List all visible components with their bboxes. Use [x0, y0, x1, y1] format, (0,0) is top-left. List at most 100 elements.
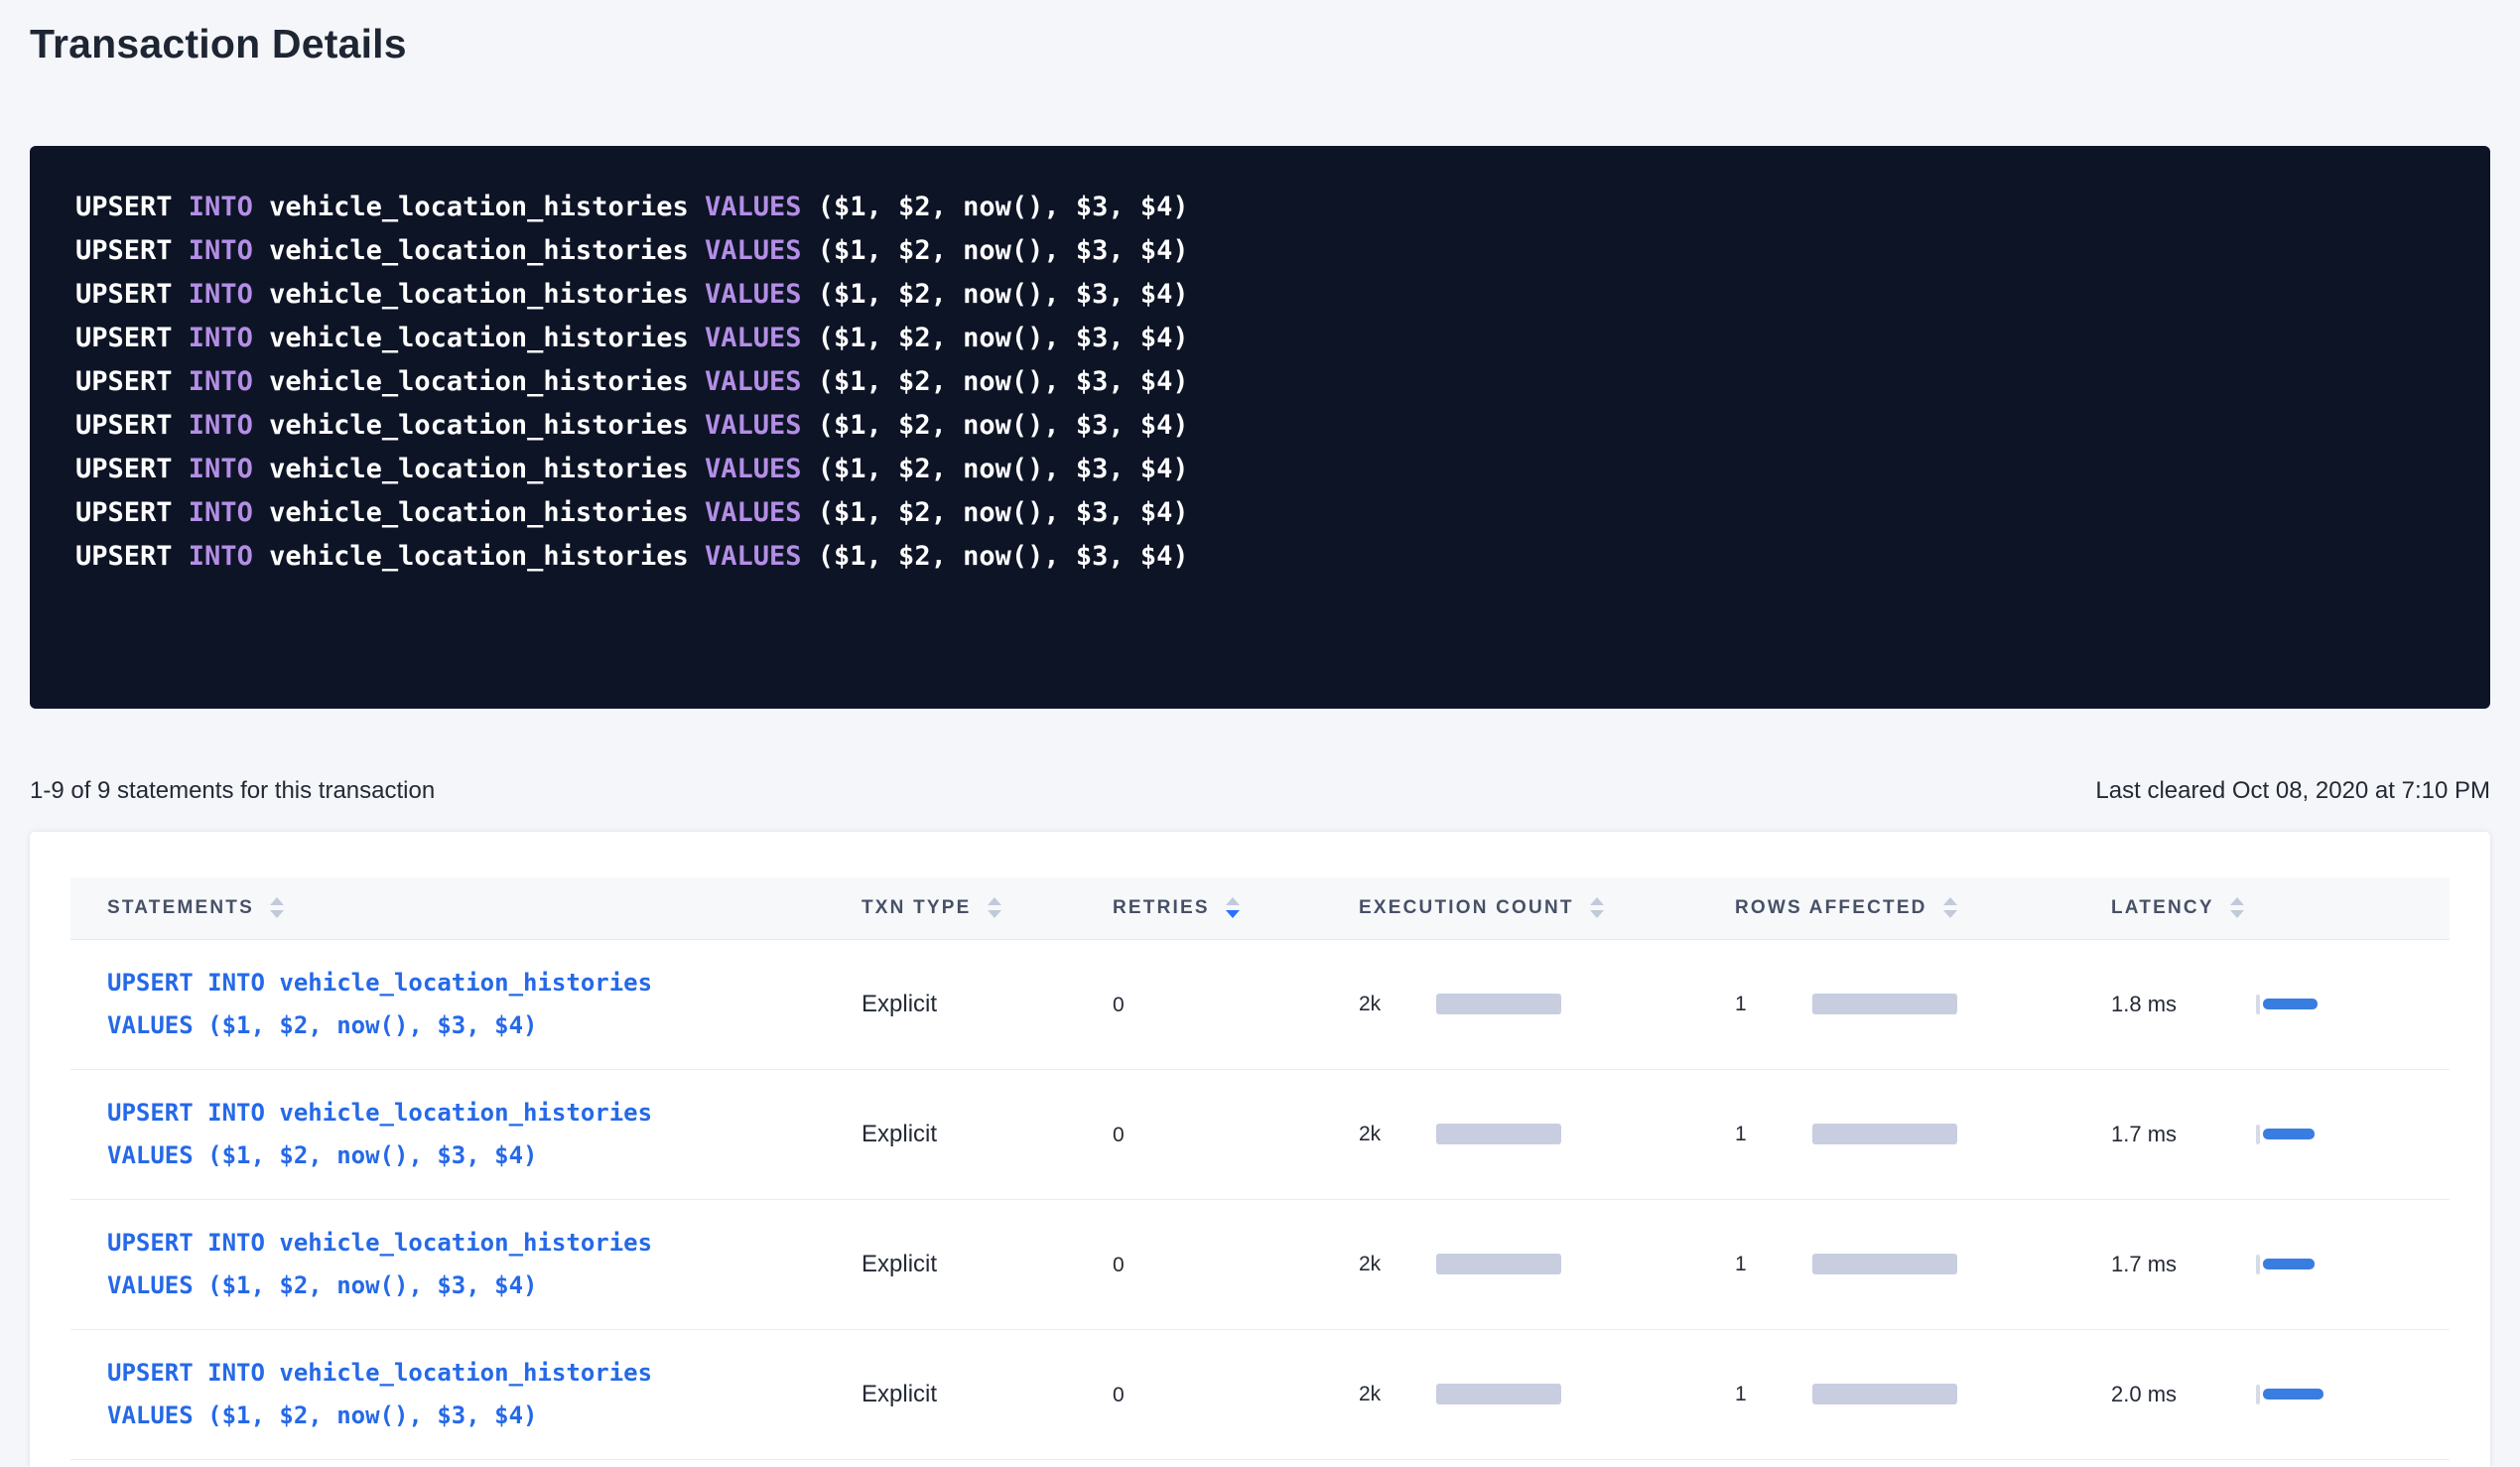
column-header-retries[interactable]: RETRIES [1076, 877, 1322, 939]
execution-count-bar [1436, 994, 1561, 1014]
latency-bar-chart [2256, 995, 2318, 1014]
sort-desc-arrow-icon[interactable] [1943, 910, 1957, 918]
statement-row: UPSERT INTO vehicle_location_historiesVA… [70, 1199, 2450, 1329]
latency-bar [2263, 1129, 2315, 1139]
sort-desc-arrow-icon[interactable] [1590, 910, 1604, 918]
sql-text: UPSERT [75, 541, 189, 572]
execution-count-bar [1436, 1254, 1561, 1274]
sql-text: ($1, $2, now(), $3, $4) [818, 366, 1189, 397]
execution-count-value: 2k [1359, 1253, 1436, 1276]
sql-text: vehicle_location_histories [269, 279, 705, 310]
statement-line-1: UPSERT INTO vehicle_location_histories [107, 1222, 652, 1265]
latency-bar [2263, 999, 2318, 1009]
latency-bar [2263, 1259, 2315, 1269]
sql-keyword: VALUES [705, 541, 818, 572]
sort-asc-arrow-icon[interactable] [2230, 897, 2244, 905]
retries-value: 0 [1113, 994, 1125, 1016]
latency-bar-chart [2256, 1255, 2315, 1274]
sql-statement-line: UPSERT INTO vehicle_location_histories V… [75, 491, 2445, 535]
sql-keyword: INTO [189, 279, 269, 310]
statement-row: UPSERT INTO vehicle_location_historiesVA… [70, 939, 2450, 1069]
sql-statement-line: UPSERT INTO vehicle_location_histories V… [75, 448, 2445, 491]
sql-text: UPSERT [75, 323, 189, 353]
sort-desc-arrow-icon[interactable] [270, 910, 284, 918]
sort-icon[interactable] [1943, 897, 1957, 918]
execution-count-value: 2k [1359, 1383, 1436, 1406]
sql-keyword: VALUES [705, 410, 818, 441]
rows-affected-bar [1812, 1254, 1957, 1274]
sql-text: ($1, $2, now(), $3, $4) [818, 323, 1189, 353]
latency-bar [2263, 1389, 2323, 1400]
statement-link[interactable]: UPSERT INTO vehicle_location_historiesVA… [107, 1352, 652, 1437]
sort-icon[interactable] [1226, 897, 1240, 918]
column-header-execution-count[interactable]: EXECUTION COUNT [1322, 877, 1698, 939]
sql-text: ($1, $2, now(), $3, $4) [818, 541, 1189, 572]
sort-desc-arrow-icon[interactable] [988, 910, 1001, 918]
statement-line-2: VALUES ($1, $2, now(), $3, $4) [107, 1134, 652, 1177]
sql-statement-line: UPSERT INTO vehicle_location_histories V… [75, 186, 2445, 229]
sort-icon[interactable] [1590, 897, 1604, 918]
latency-cell: 1.7 ms [2111, 1252, 2450, 1277]
column-label-txn-type: TXN TYPE [862, 897, 972, 919]
sort-asc-arrow-icon[interactable] [1943, 897, 1957, 905]
sql-keyword: INTO [189, 410, 269, 441]
sort-asc-arrow-icon[interactable] [270, 897, 284, 905]
statements-table-card: STATEMENTS TXN TYPE RETRIES EXECUTION COUNT… [30, 832, 2490, 1467]
latency-cell: 1.8 ms [2111, 992, 2450, 1017]
sql-keyword: VALUES [705, 235, 818, 266]
sql-text: vehicle_location_histories [269, 235, 705, 266]
sql-text: vehicle_location_histories [269, 454, 705, 484]
latency-cell: 1.7 ms [2111, 1122, 2450, 1147]
latency-tick [2256, 995, 2260, 1014]
sql-text: ($1, $2, now(), $3, $4) [818, 235, 1189, 266]
sort-asc-arrow-icon[interactable] [1590, 897, 1604, 905]
sql-keyword: INTO [189, 454, 269, 484]
sql-keyword: VALUES [705, 454, 818, 484]
sql-text: vehicle_location_histories [269, 497, 705, 528]
statement-link[interactable]: UPSERT INTO vehicle_location_historiesVA… [107, 1092, 652, 1177]
statement-row: UPSERT INTO vehicle_location_historiesVA… [70, 1329, 2450, 1459]
retries-value: 0 [1113, 1254, 1125, 1276]
column-label-execution-count: EXECUTION COUNT [1359, 897, 1574, 919]
column-label-rows-affected: ROWS AFFECTED [1735, 897, 1927, 919]
sort-asc-arrow-icon[interactable] [988, 897, 1001, 905]
rows-affected-bar [1812, 1384, 1957, 1404]
latency-bar-chart [2256, 1385, 2323, 1404]
latency-value: 1.7 ms [2111, 1122, 2256, 1147]
sort-icon[interactable] [270, 897, 284, 918]
sort-desc-arrow-icon[interactable] [2230, 910, 2244, 918]
sql-text: UPSERT [75, 279, 189, 310]
sql-text: ($1, $2, now(), $3, $4) [818, 454, 1189, 484]
sort-icon[interactable] [988, 897, 1001, 918]
txn-type-value: Explicit [862, 1251, 937, 1277]
sort-asc-arrow-icon[interactable] [1226, 897, 1240, 905]
statement-link[interactable]: UPSERT INTO vehicle_location_historiesVA… [107, 1222, 652, 1307]
sort-desc-arrow-icon[interactable] [1226, 910, 1240, 918]
sql-text: UPSERT [75, 235, 189, 266]
table-header-row: STATEMENTS TXN TYPE RETRIES EXECUTION COUNT… [70, 877, 2450, 939]
rows-affected-value: 1 [1735, 1253, 1812, 1276]
sql-keyword: VALUES [705, 192, 818, 222]
column-label-statements: STATEMENTS [107, 897, 254, 919]
txn-type-value: Explicit [862, 1121, 937, 1147]
execution-count-cell: 2k [1359, 1123, 1698, 1146]
statement-line-1: UPSERT INTO vehicle_location_histories [107, 1352, 652, 1395]
column-label-retries: RETRIES [1113, 897, 1210, 919]
latency-bar-chart [2256, 1125, 2315, 1144]
sql-keyword: VALUES [705, 323, 818, 353]
latency-value: 1.7 ms [2111, 1252, 2256, 1277]
rows-affected-cell: 1 [1735, 993, 2074, 1016]
statement-link[interactable]: UPSERT INTO vehicle_location_historiesVA… [107, 962, 652, 1047]
sql-keyword: INTO [189, 235, 269, 266]
column-header-txn-type[interactable]: TXN TYPE [825, 877, 1076, 939]
statement-row: UPSERT INTO vehicle_location_historiesVA… [70, 1069, 2450, 1199]
column-header-statements[interactable]: STATEMENTS [70, 877, 825, 939]
sort-icon[interactable] [2230, 897, 2244, 918]
rows-affected-value: 1 [1735, 993, 1812, 1016]
execution-count-cell: 2k [1359, 993, 1698, 1016]
retries-value: 0 [1113, 1384, 1125, 1406]
column-header-latency[interactable]: LATENCY [2074, 877, 2450, 939]
latency-tick [2256, 1255, 2260, 1274]
sql-statement-line: UPSERT INTO vehicle_location_histories V… [75, 535, 2445, 579]
column-header-rows-affected[interactable]: ROWS AFFECTED [1698, 877, 2074, 939]
